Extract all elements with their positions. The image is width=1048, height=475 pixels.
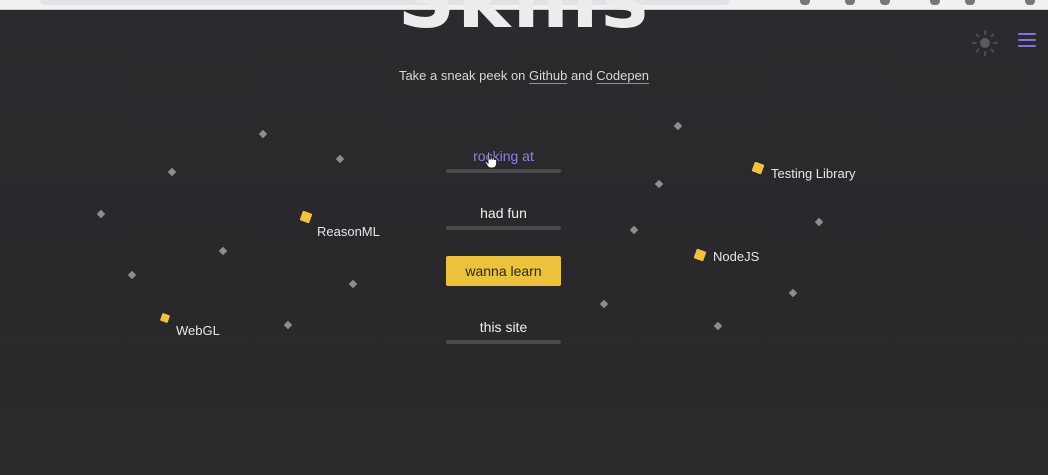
decorative-dot (127, 270, 137, 280)
menu-item-label: this site (479, 319, 528, 335)
menu-item-had-fun[interactable]: had fun (446, 200, 561, 230)
menu-item-label: rocking at (473, 148, 534, 164)
decorative-dot (167, 167, 177, 177)
decorative-dot (654, 179, 664, 189)
menu-item-wanna-learn[interactable]: wanna learn (446, 256, 561, 286)
decorative-dot (814, 217, 824, 227)
github-link[interactable]: Github (529, 68, 567, 83)
page-subtitle: Take a sneak peek on Github and Codepen (0, 68, 1048, 83)
decorative-dot (713, 321, 723, 331)
decorative-dot (629, 225, 639, 235)
sun-icon[interactable] (972, 30, 998, 56)
skill-gem-icon (159, 312, 171, 324)
decorative-dot (258, 129, 268, 139)
skill-label: NodeJS (713, 249, 760, 264)
menu-item-this-site[interactable]: this site (446, 314, 561, 344)
skill-label: ReasonML (317, 224, 380, 239)
page-title: Skills (0, 0, 1048, 40)
menu-item-underline (446, 226, 561, 230)
decorative-dot (788, 288, 798, 298)
hamburger-menu-icon[interactable] (1018, 33, 1036, 49)
skill-label: WebGL (176, 323, 220, 338)
decorative-dot (599, 299, 609, 309)
decorative-dot (335, 154, 345, 164)
skill-gem-icon (693, 248, 707, 262)
menu-item-underline (446, 169, 561, 173)
decorative-dot (96, 209, 106, 219)
codepen-link[interactable]: Codepen (596, 68, 649, 83)
decorative-dot (673, 121, 683, 131)
decorative-dot (283, 320, 293, 330)
menu-item-label: wanna learn (465, 263, 542, 279)
decorative-dot (348, 279, 358, 289)
skill-label: Testing Library (771, 166, 856, 181)
subtitle-text: Take a sneak peek on (398, 68, 530, 83)
menu-item-label: had fun (480, 205, 527, 221)
decorative-dot (218, 246, 228, 256)
subtitle-and-text: and (567, 68, 597, 83)
menu-item-underline (446, 340, 561, 344)
skill-gem-icon (751, 161, 765, 175)
skill-gem-icon (299, 210, 313, 224)
menu-item-rocking-at[interactable]: rocking at (446, 143, 561, 173)
